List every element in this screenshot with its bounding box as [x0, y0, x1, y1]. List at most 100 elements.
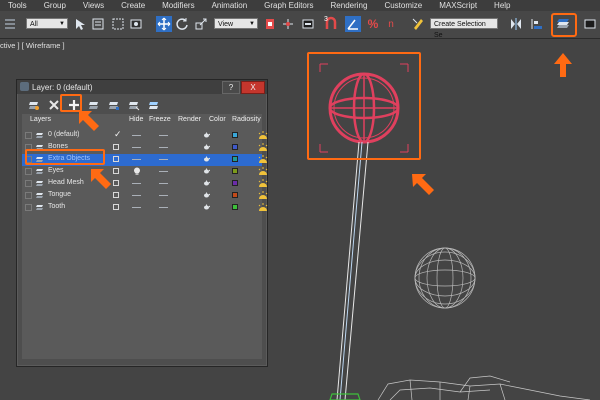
mirror-icon[interactable] — [508, 16, 524, 32]
menu-create[interactable]: Create — [113, 1, 154, 10]
layer-name[interactable]: Tooth — [48, 203, 65, 210]
radiosity-icon[interactable] — [258, 131, 268, 140]
select-highlighted-objects-icon[interactable] — [27, 98, 41, 112]
menu-group[interactable]: Group — [36, 1, 75, 10]
hide-toggle[interactable] — [132, 183, 141, 184]
column-color[interactable]: Color — [209, 116, 226, 123]
freeze-toggle[interactable] — [159, 135, 168, 136]
freeze-toggle[interactable] — [159, 171, 168, 172]
expand-toggle[interactable] — [25, 192, 32, 199]
select-manipulate-icon[interactable] — [280, 16, 296, 32]
lightbulb-icon[interactable] — [133, 167, 141, 176]
rotate-icon[interactable] — [174, 16, 190, 32]
column-layers[interactable]: Layers — [30, 116, 51, 123]
layer-row[interactable]: Tongue — [22, 190, 268, 202]
layer-color-swatch[interactable] — [232, 156, 238, 162]
hide-toggle[interactable] — [132, 159, 141, 160]
radiosity-icon[interactable] — [258, 203, 268, 212]
keyboard-shortcut-icon[interactable] — [300, 16, 316, 32]
hide-toggle[interactable] — [132, 207, 141, 208]
set-current-checkbox[interactable] — [113, 204, 119, 210]
layer-color-swatch[interactable] — [232, 168, 238, 174]
menu-modifiers[interactable]: Modifiers — [154, 1, 203, 10]
layer-name[interactable]: Tongue — [48, 191, 71, 198]
spinner-snap-icon[interactable]: n — [383, 16, 399, 32]
ribbon-icon[interactable] — [582, 16, 598, 32]
menu-help[interactable]: Help — [486, 1, 519, 10]
layer-row[interactable]: Tooth — [22, 202, 268, 214]
edit-named-selection-icon[interactable] — [410, 16, 426, 32]
column-radiosity[interactable]: Radiosity — [232, 116, 261, 123]
freeze-toggle[interactable] — [159, 147, 168, 148]
expand-toggle[interactable] — [25, 132, 32, 139]
menu-tools[interactable]: Tools — [0, 1, 36, 10]
hide-toggle[interactable] — [132, 135, 141, 136]
layer-name[interactable]: Head Mesh — [48, 179, 84, 186]
set-current-checkbox[interactable] — [113, 144, 119, 150]
layer-row[interactable]: Eyes — [22, 166, 268, 178]
hide-toggle[interactable] — [132, 147, 141, 148]
layer-window-titlebar[interactable]: Layer: 0 (default) ? X — [17, 80, 267, 94]
column-hide[interactable]: Hide — [129, 116, 143, 123]
delete-layer-icon[interactable] — [47, 98, 61, 112]
layer-row[interactable]: Head Mesh — [22, 178, 268, 190]
menu-rendering[interactable]: Rendering — [323, 1, 377, 10]
reference-coord-dropdown[interactable]: View ▼ — [214, 18, 258, 29]
radiosity-icon[interactable] — [258, 143, 268, 152]
align-icon[interactable] — [529, 16, 545, 32]
select-object-icon[interactable] — [72, 16, 88, 32]
radiosity-icon[interactable] — [258, 191, 268, 200]
hide-toggle[interactable] — [132, 195, 141, 196]
menu-views[interactable]: Views — [75, 1, 113, 10]
hide-unhide-all-icon[interactable] — [127, 98, 141, 112]
expand-toggle[interactable] — [25, 168, 32, 175]
layer-color-swatch[interactable] — [232, 144, 238, 150]
freeze-toggle[interactable] — [159, 159, 168, 160]
column-render[interactable]: Render — [178, 116, 201, 123]
layer-color-swatch[interactable] — [232, 192, 238, 198]
teapot-icon[interactable] — [203, 180, 210, 186]
selection-filter-dropdown[interactable]: All ▼ — [26, 18, 68, 29]
rectangle-selection-icon[interactable] — [110, 16, 126, 32]
freeze-toggle[interactable] — [159, 207, 168, 208]
layer-name[interactable]: Eyes — [48, 167, 64, 174]
expand-toggle[interactable] — [25, 180, 32, 187]
freeze-unfreeze-all-icon[interactable] — [147, 98, 161, 112]
set-current-checkbox[interactable] — [113, 156, 119, 162]
layer-color-swatch[interactable] — [232, 204, 238, 210]
teapot-icon[interactable] — [203, 156, 210, 162]
layer-row[interactable]: 0 (default) ✓ — [22, 129, 268, 142]
help-button[interactable]: ? — [222, 81, 240, 94]
select-move-icon[interactable] — [156, 16, 172, 32]
menu-graph-editors[interactable]: Graph Editors — [256, 1, 322, 10]
radiosity-icon[interactable] — [258, 179, 268, 188]
column-freeze[interactable]: Freeze — [149, 116, 171, 123]
select-by-name-icon[interactable] — [90, 16, 106, 32]
scale-icon[interactable] — [193, 16, 209, 32]
active-layer-checkmark[interactable]: ✓ — [114, 129, 122, 140]
teapot-icon[interactable] — [203, 144, 210, 150]
window-crossing-icon[interactable] — [128, 16, 144, 32]
teapot-icon[interactable] — [203, 132, 210, 138]
snaps-toggle-icon[interactable]: 3 — [324, 16, 340, 32]
expand-toggle[interactable] — [25, 204, 32, 211]
angle-snap-icon[interactable] — [345, 16, 361, 32]
radiosity-icon[interactable] — [258, 155, 268, 164]
highlight-selected-layers-icon[interactable] — [107, 98, 121, 112]
freeze-toggle[interactable] — [159, 195, 168, 196]
menu-maxscript[interactable]: MAXScript — [431, 1, 486, 10]
close-button[interactable]: X — [241, 81, 265, 94]
layer-color-swatch[interactable] — [232, 132, 238, 138]
percent-snap-icon[interactable]: % — [365, 16, 381, 32]
menu-customize[interactable]: Customize — [376, 1, 431, 10]
layer-color-swatch[interactable] — [232, 180, 238, 186]
set-current-checkbox[interactable] — [113, 192, 119, 198]
undo-icon[interactable] — [2, 16, 18, 32]
layer-name[interactable]: 0 (default) — [48, 131, 80, 138]
named-selection-dropdown[interactable]: Create Selection Se — [430, 18, 498, 39]
pivot-center-icon[interactable] — [262, 16, 278, 32]
radiosity-icon[interactable] — [258, 167, 268, 176]
viewport-label[interactable]: ctive ] [ Wireframe ] — [0, 41, 65, 50]
menu-animation[interactable]: Animation — [204, 1, 257, 10]
teapot-icon[interactable] — [203, 204, 210, 210]
